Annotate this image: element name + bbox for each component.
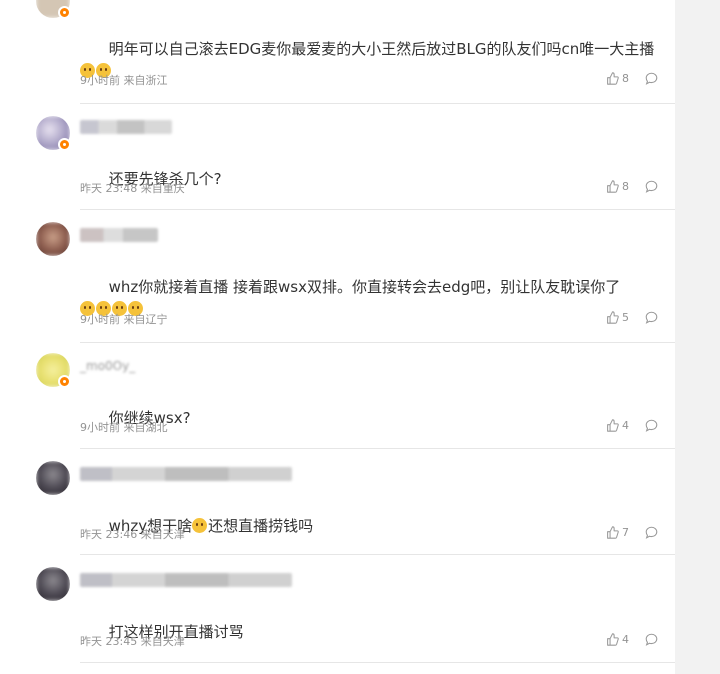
comment-icon[interactable] (645, 311, 658, 324)
comment-text: 你继续wsx? (108, 409, 191, 427)
comment-meta: 9小时前 来自湖北 (80, 421, 168, 434)
comment-meta: 昨天 23:46 来自天津 (80, 528, 185, 541)
like-count: 4 (622, 419, 629, 432)
comment-item: whzy想干啥 还想直播捞钱吗 昨天 23:46 来自天津 7 (0, 449, 675, 555)
avatar[interactable] (36, 222, 70, 256)
thumbs-up-icon (607, 633, 619, 646)
avatar[interactable] (36, 461, 70, 495)
comment-item: _mo0Oy_ 你继续wsx? 9小时前 来自湖北 4 (0, 343, 675, 449)
like-count: 8 (622, 180, 629, 193)
like-count: 5 (622, 311, 629, 324)
thumbs-up-icon (607, 72, 619, 85)
username[interactable] (80, 467, 292, 481)
like-button[interactable]: 5 (606, 311, 629, 324)
comment-meta: 昨天 23:48 来自重庆 (80, 182, 185, 195)
comment-text: 明年可以自己滚去EDG麦你最爱麦的大小王然后放过BLG的队友们吗cn唯一大主播 (80, 16, 670, 104)
comment-icon[interactable] (645, 180, 658, 193)
like-count: 7 (622, 526, 629, 539)
like-count: 8 (622, 72, 629, 85)
username[interactable] (80, 573, 292, 587)
comment-icon[interactable] (645, 419, 658, 432)
verified-badge-icon (58, 138, 71, 151)
comment-feed: 明年可以自己滚去EDG麦你最爱麦的大小王然后放过BLG的队友们吗cn唯一大主播 … (0, 0, 675, 674)
username[interactable]: _mo0Oy_ (80, 359, 135, 373)
thumbs-up-icon (607, 526, 619, 539)
comment-item: 打这样别开直播讨骂 昨天 23:45 来自天津 4 (0, 555, 675, 674)
comment-item: 明年可以自己滚去EDG麦你最爱麦的大小王然后放过BLG的队友们吗cn唯一大主播 … (0, 0, 675, 104)
thumbs-up-icon (607, 419, 619, 432)
comment-icon[interactable] (645, 72, 658, 85)
comment-text: 还要先锋杀几个? (108, 170, 222, 188)
like-button[interactable]: 4 (606, 419, 629, 432)
like-button[interactable]: 8 (606, 180, 629, 193)
like-button[interactable]: 8 (606, 72, 629, 85)
like-button[interactable]: 7 (606, 526, 629, 539)
comment-item: whz你就接着直播 接着跟wsx双排。你直接转会去edg吧，别让队友耽误你了 9… (0, 210, 675, 343)
comment-item: 还要先锋杀几个? 昨天 23:48 来自重庆 8 (0, 104, 675, 210)
laugh-emoji-icon (192, 518, 208, 533)
avatar[interactable] (36, 567, 70, 601)
comment-meta: 昨天 23:45 来自天津 (80, 635, 185, 648)
comment-meta: 9小时前 来自浙江 (80, 74, 168, 87)
like-button[interactable]: 4 (606, 633, 629, 646)
divider (80, 662, 675, 663)
comment-meta: 9小时前 来自辽宁 (80, 313, 168, 326)
thumbs-up-icon (607, 180, 619, 193)
comment-text: 打这样别开直播讨骂 (108, 623, 244, 641)
username[interactable] (80, 120, 172, 134)
verified-badge-icon (58, 6, 71, 19)
like-count: 4 (622, 633, 629, 646)
comment-icon[interactable] (645, 526, 658, 539)
comment-text: whz你就接着直播 接着跟wsx双排。你直接转会去edg吧，别让队友耽误你了 (80, 254, 670, 342)
thumbs-up-icon (607, 311, 619, 324)
username[interactable] (80, 228, 158, 242)
comment-icon[interactable] (645, 633, 658, 646)
verified-badge-icon (58, 375, 71, 388)
